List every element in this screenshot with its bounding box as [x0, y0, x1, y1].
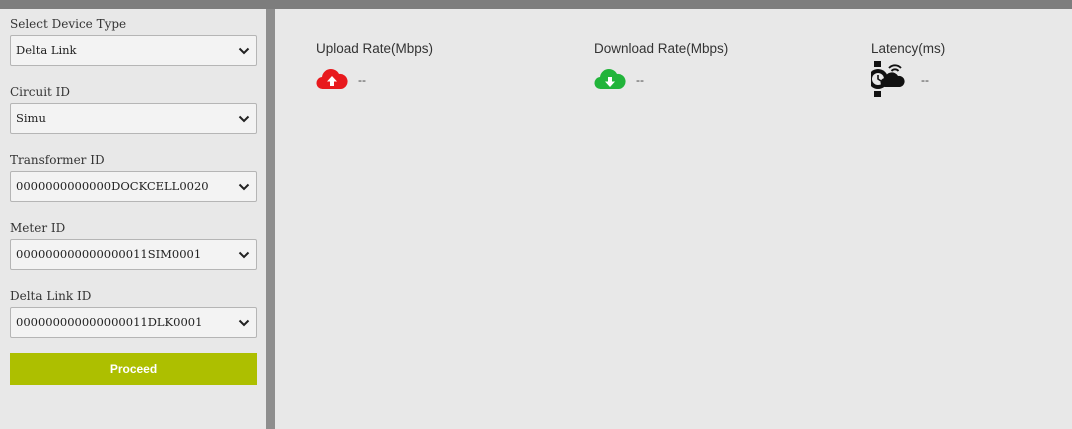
circuit-id-label: Circuit ID [10, 85, 71, 99]
latency-title: Latency(ms) [871, 41, 946, 56]
meter-id-value: 000000000000000011SIM0001 [16, 247, 202, 261]
chevron-down-icon [238, 183, 250, 191]
panel-divider [266, 9, 275, 429]
chevron-down-icon [238, 251, 250, 259]
delta-link-id-value: 000000000000000011DLK0001 [16, 315, 203, 329]
metrics-panel: Upload Rate(Mbps) -- Download Rate(Mbps)… [275, 9, 1072, 429]
download-rate-title: Download Rate(Mbps) [594, 41, 729, 56]
cloud-upload-icon [316, 69, 348, 90]
upload-rate-metric: Upload Rate(Mbps) -- [316, 41, 433, 96]
transformer-id-value: 0000000000000DOCKCELL0020 [16, 179, 209, 193]
cloud-download-icon [594, 69, 626, 90]
top-bar [0, 0, 1072, 9]
latency-metric: Latency(ms) -- [871, 41, 946, 97]
chevron-down-icon [238, 47, 250, 55]
device-type-value: Delta Link [16, 43, 77, 57]
download-rate-value: -- [636, 73, 644, 87]
proceed-button[interactable]: Proceed [10, 353, 257, 385]
device-type-select[interactable]: Delta Link [10, 35, 257, 66]
meter-id-select[interactable]: 000000000000000011SIM0001 [10, 239, 257, 270]
device-selection-sidebar: Select Device Type Delta Link Circuit ID… [0, 9, 266, 429]
download-rate-metric: Download Rate(Mbps) -- [594, 41, 728, 96]
chevron-down-icon [238, 115, 250, 123]
upload-rate-title: Upload Rate(Mbps) [316, 41, 434, 56]
device-type-label: Select Device Type [10, 17, 127, 31]
upload-rate-value: -- [358, 73, 366, 87]
meter-id-label: Meter ID [10, 221, 66, 235]
transformer-id-select[interactable]: 0000000000000DOCKCELL0020 [10, 171, 257, 202]
circuit-id-value: Simu [16, 111, 46, 125]
watch-cloud-icon [871, 61, 905, 97]
delta-link-id-select[interactable]: 000000000000000011DLK0001 [10, 307, 257, 338]
latency-value: -- [921, 73, 929, 87]
chevron-down-icon [238, 319, 250, 327]
circuit-id-select[interactable]: Simu [10, 103, 257, 134]
transformer-id-label: Transformer ID [10, 153, 105, 167]
delta-link-id-label: Delta Link ID [10, 289, 92, 303]
